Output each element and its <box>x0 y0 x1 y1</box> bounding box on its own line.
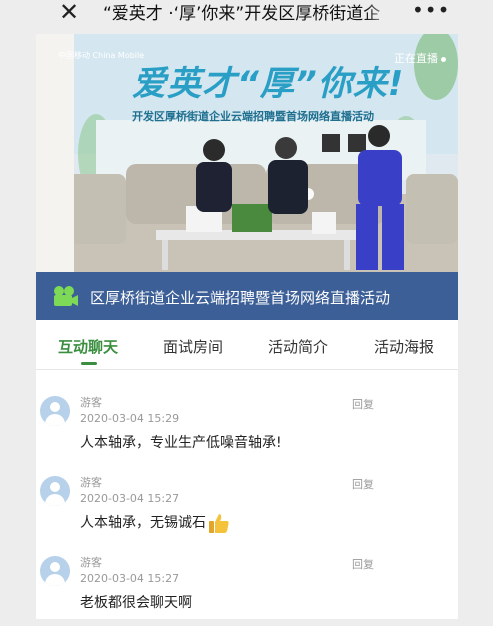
message-text-row: 人本轴承，无锡诚石 <box>80 512 230 534</box>
content-area: 中国移动 China Mobile 爱英才“厚”你来! 开发区厚桥街道企业云端招… <box>0 34 493 619</box>
message-time: 2020-03-04 15:29 <box>80 412 180 425</box>
tab-event-poster[interactable]: 活动海报 <box>374 336 434 357</box>
video-caption: 区厚桥街道企业云端招聘暨首场网络直播活动 <box>90 289 391 307</box>
thumbs-up-icon <box>209 514 229 533</box>
page-title: “爱英才 ·‘厚’你来”开发区厚桥街道企 <box>103 4 381 24</box>
live-dot-icon <box>441 56 446 62</box>
reply-button[interactable]: 回复 <box>352 556 374 572</box>
close-icon[interactable]: ✕ <box>56 0 82 26</box>
live-status-label: 正在直播 <box>394 52 438 65</box>
active-tab-indicator <box>81 362 97 365</box>
message-time: 2020-03-04 15:27 <box>80 572 180 585</box>
more-icon[interactable]: ••• <box>412 0 449 24</box>
reply-button[interactable]: 回复 <box>352 476 374 492</box>
user-avatar-icon <box>40 556 70 586</box>
user-avatar-icon <box>40 396 70 426</box>
message-time: 2020-03-04 15:27 <box>80 492 180 505</box>
message-author: 游客 <box>80 396 102 409</box>
message-text: 人本轴承，专业生产低噪音轴承! <box>80 435 282 451</box>
chat-message: 游客 回复 2020-03-04 15:27 人本轴承，无锡诚石 <box>36 466 458 546</box>
video-camera-icon <box>54 286 78 306</box>
banner-headline: 爱英才“厚”你来! <box>132 64 405 104</box>
chat-list: 游客 回复 2020-03-04 15:29 人本轴承，专业生产低噪音轴承! 游… <box>36 370 458 619</box>
video-caption-bar: 区厚桥街道企业云端招聘暨首场网络直播活动 <box>36 272 458 320</box>
message-text: 人本轴承，无锡诚石 <box>80 515 206 531</box>
left-margin <box>0 34 36 619</box>
tab-event-intro[interactable]: 活动简介 <box>268 336 328 357</box>
banner-subtitle: 开发区厚桥街道企业云端招聘暨首场网络直播活动 <box>132 110 374 123</box>
message-author: 游客 <box>80 476 102 489</box>
user-avatar-icon <box>40 476 70 506</box>
live-status-badge: 正在直播 <box>394 50 446 66</box>
message-text: 老板都很会聊天啊 <box>80 595 192 611</box>
message-author: 游客 <box>80 556 102 569</box>
live-video-player[interactable]: 中国移动 China Mobile 爱英才“厚”你来! 开发区厚桥街道企业云端招… <box>36 34 458 320</box>
tab-interview-room[interactable]: 面试房间 <box>163 336 223 357</box>
chat-message: 游客 回复 2020-03-04 15:29 人本轴承，专业生产低噪音轴承! <box>36 386 458 466</box>
tab-interactive-chat[interactable]: 互动聊天 <box>58 336 118 357</box>
chat-message: 游客 回复 2020-03-04 15:27 老板都很会聊天啊 <box>36 546 458 626</box>
right-margin <box>458 34 493 619</box>
tab-bar: 互动聊天 面试房间 活动简介 活动海报 <box>36 320 458 370</box>
top-bar: ✕ “爱英才 ·‘厚’你来”开发区厚桥街道企 ••• <box>0 0 493 34</box>
reply-button[interactable]: 回复 <box>352 396 374 412</box>
